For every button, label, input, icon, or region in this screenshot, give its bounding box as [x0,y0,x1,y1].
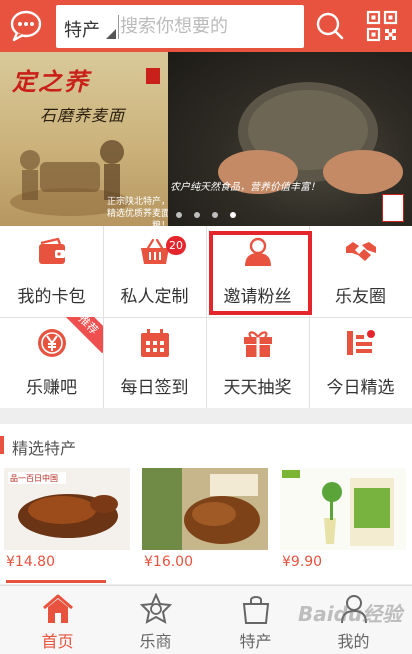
section-accent-bar [0,436,4,454]
search-icon[interactable] [314,10,346,42]
wallet-icon [36,236,68,268]
tab-leshang[interactable]: 乐商 [104,586,207,654]
tab-label: 特产 [239,632,272,651]
product-brand-text: 品一百日中国 [10,473,58,483]
grid-item-label: 乐友圈 [335,287,386,307]
app-screen: 特产 搜索你想要的 定之荞 石磨荞麦面 正宗陕北特产， 精选优质荞麦面粮！ 农户… [0,0,412,654]
function-grid: 我的卡包 20 私人定制 邀请粉丝 乐友圈 推荐 乐赚吧 每日签到 天天抽奖 今… [0,226,412,408]
shopping-bag-icon [240,593,272,625]
cart-count-badge: 20 [166,236,186,255]
banner-caption-line: 正宗陕北特产， [106,197,170,207]
carousel-dots [176,212,246,222]
grid-item-earn[interactable]: 推荐 乐赚吧 [0,317,103,408]
grid-item-label: 私人定制 [120,287,189,307]
grid-item-label: 今日精选 [326,378,395,398]
tab-label: 乐商 [139,632,172,651]
scroll-indicator [6,580,106,583]
featured-section: 精选特产 品一百日中国 ¥14.80 ¥16.00 ¥9.90 [0,424,412,584]
banner-left-panel: 定之荞 石磨荞麦面 正宗陕北特产， 精选优质荞麦面粮！ [0,52,170,226]
tab-specialty[interactable]: 特产 [204,586,307,654]
product-price: ¥16.00 [144,554,193,570]
tab-home[interactable]: 首页 [6,586,109,654]
list-icon [345,327,377,359]
handshake-icon [345,236,377,268]
carousel-dot[interactable] [176,212,182,218]
product-card[interactable]: ¥9.90 [280,468,406,578]
buckwheat-hands-photo [218,82,403,194]
carousel-dot[interactable] [194,212,200,218]
gift-icon [242,327,274,359]
tab-label: 我的 [337,632,370,651]
home-icon [42,593,74,625]
section-title: 精选特产 [12,439,77,458]
product-price: ¥9.90 [282,554,323,570]
banner-slogan: 农户纯天然食品，营养价值丰富！ [170,182,320,193]
herbal-tea-image [280,468,406,550]
search-category[interactable]: 特产 [64,16,100,42]
search-box[interactable]: 特产 [56,5,304,48]
banner-caption-line: 精选优质荞麦面粮！ [106,209,170,226]
roast-duck-image: 品一百日中国 [4,468,130,550]
chevron-down-icon[interactable] [106,29,116,39]
brand-stamp [382,194,404,222]
star-badge-icon [139,592,173,625]
banner-caption: 正宗陕北特产， 精选优质荞麦面粮！ [90,196,170,226]
banner-photo-panel [168,52,412,226]
promo-banner[interactable]: 定之荞 石磨荞麦面 正宗陕北特产， 精选优质荞麦面粮！ 农户纯天然食品，营养价值… [0,52,412,226]
grid-item-lottery[interactable]: 天天抽奖 [206,317,309,408]
grid-item-card-wallet[interactable]: 我的卡包 [0,226,103,317]
grid-item-label: 我的卡包 [17,287,86,307]
carousel-dot[interactable] [212,212,218,218]
baidu-watermark: Baidu经验 [298,602,403,626]
grid-item-label: 天天抽奖 [223,378,292,398]
grid-item-custom[interactable]: 20 私人定制 [103,226,206,317]
header-bar: 特产 [0,0,412,52]
carousel-dot-active[interactable] [230,212,236,218]
brand-seal [146,68,160,84]
grid-item-daily-checkin[interactable]: 每日签到 [103,317,206,408]
chat-icon[interactable] [8,9,44,43]
grid-item-todays-picks[interactable]: 今日精选 [309,317,412,408]
grid-item-label: 每日签到 [120,378,189,398]
product-card[interactable]: 品一百日中国 ¥14.80 [4,468,130,578]
banner-subtitle: 石磨荞麦面 [40,106,126,125]
braised-meat-image [142,468,268,550]
banner-brand: 定之荞 [12,68,90,96]
product-card[interactable]: ¥16.00 [142,468,268,578]
search-input[interactable] [120,11,298,41]
qr-code-icon[interactable] [366,10,398,42]
product-price: ¥14.80 [6,554,55,570]
grid-item-label: 乐赚吧 [26,378,77,398]
tab-label: 首页 [41,632,74,651]
highlight-box [209,231,312,315]
yen-coin-icon [36,327,68,359]
search-divider [118,15,119,39]
calendar-icon [139,327,171,359]
grid-item-friends-circle[interactable]: 乐友圈 [309,226,412,317]
